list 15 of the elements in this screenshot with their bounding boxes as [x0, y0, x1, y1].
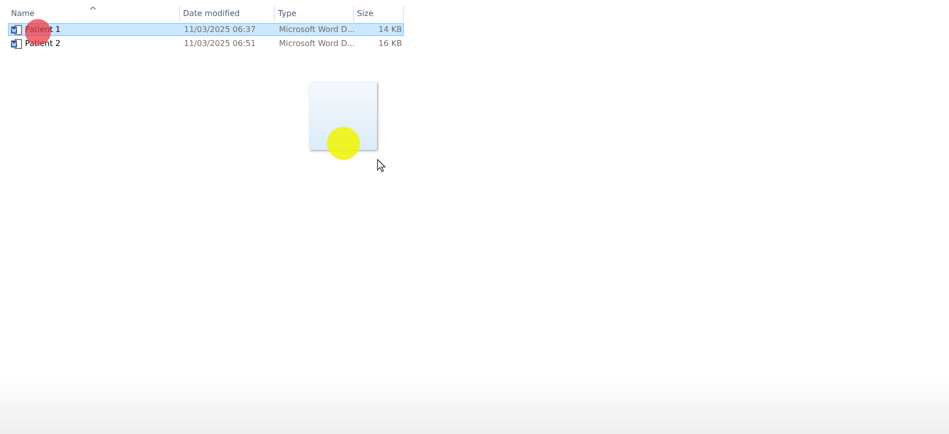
file-name: Patient 2: [25, 39, 60, 48]
sort-caret-icon: [90, 6, 96, 10]
document-icon: [11, 24, 22, 34]
file-size: 14 KB: [378, 25, 403, 34]
date-modified: 11/03/2025 06:51: [183, 39, 257, 48]
file-type: Microsoft Word D...: [278, 39, 355, 48]
file-row[interactable]: Patient 2 11/03/2025 06:51 Microsoft Word D... 16 KB: [8, 37, 404, 50]
document-icon: [11, 38, 22, 48]
column-header[interactable]: Date modified: [180, 6, 275, 22]
date-modified: 11/03/2025 06:37: [183, 25, 257, 34]
column-header[interactable]: Size: [354, 6, 404, 22]
file-size: 16 KB: [378, 39, 403, 48]
cursor-icon: [377, 159, 386, 172]
column-header[interactable]: Type: [275, 6, 354, 22]
file-type: Microsoft Word D...: [278, 25, 355, 34]
